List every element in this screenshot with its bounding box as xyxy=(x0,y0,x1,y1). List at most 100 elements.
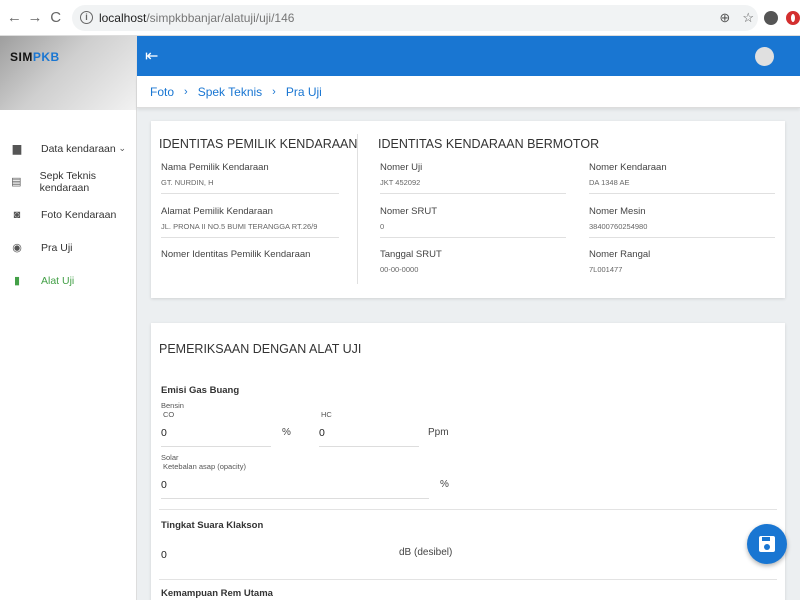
emisi-title: Emisi Gas Buang xyxy=(161,385,240,396)
nomer-srut-value: 0 xyxy=(380,222,385,231)
vehicle-section-title: IDENTITAS KENDARAAN BERMOTOR xyxy=(378,137,600,151)
nomer-rangka-field: Nomer Rangal 7L001477 xyxy=(589,249,775,274)
app-bar: ⇤ xyxy=(137,36,800,76)
nomer-mesin-field: Nomer Mesin 38400760254980 xyxy=(589,206,775,238)
owner-name-field: Nama Pemilik Kendaraan GT. NURDIN, H xyxy=(161,162,339,194)
owner-id-field: Nomer Identitas Pemilik Kendaraan xyxy=(161,249,339,260)
collapse-sidebar-icon[interactable]: ⇤ xyxy=(145,46,158,66)
url-host: localhost xyxy=(98,10,147,25)
sidebar-item-label: Foto Kendaraan xyxy=(41,208,117,221)
owner-section-title: IDENTITAS PEMILIK KENDARAAN xyxy=(159,137,358,151)
sidebar-item-pra-uji[interactable]: ◉ Pra Uji xyxy=(0,231,136,264)
sidebar-item-label: Pra Uji xyxy=(41,241,73,254)
chevron-down-icon: ⌄ xyxy=(118,143,126,153)
opacity-label: Ketebalan asap (opacity) xyxy=(163,462,246,471)
tanggal-srut-label: Tanggal SRUT xyxy=(380,249,442,260)
owner-name-label: Nama Pemilik Kendaraan xyxy=(161,162,269,173)
save-button[interactable] xyxy=(747,524,787,564)
nomer-kendaraan-field: Nomer Kendaraan DA 1348 AE xyxy=(589,162,775,194)
co-input[interactable]: 0 xyxy=(161,425,271,447)
tab-foto[interactable]: Foto xyxy=(150,85,174,99)
forward-arrow-icon[interactable]: → xyxy=(25,9,46,26)
sidebar-item-label: Sepk Teknis kendaraan xyxy=(39,169,97,194)
address-bar-actions: ⊕ ☆ xyxy=(719,10,758,26)
target-icon: ◉ xyxy=(12,242,22,254)
profile-icon[interactable] xyxy=(763,10,778,25)
sidebar-item-data-kendaraan[interactable]: ▆ Data kendaraan ⌄ xyxy=(0,132,136,165)
hc-input[interactable]: 0 xyxy=(319,425,419,447)
back-arrow-icon[interactable]: ← xyxy=(4,9,25,26)
tanggal-srut-value: 00-00-0000 xyxy=(380,265,419,274)
avatar[interactable] xyxy=(755,46,774,66)
bar-chart-icon: ▮ xyxy=(13,275,21,287)
owner-address-label: Alamat Pemilik Kendaraan xyxy=(161,206,273,217)
tanggal-srut-field: Tanggal SRUT 00-00-0000 xyxy=(380,249,566,274)
owner-address-value: JL. PRONA II NO.5 BUMI TERANGGA RT.26/9 xyxy=(161,222,318,231)
nomer-srut-label: Nomer SRUT xyxy=(380,206,438,217)
logo-pkb: PKB xyxy=(32,50,60,64)
star-icon[interactable]: ☆ xyxy=(742,10,754,26)
owner-id-label: Nomer Identitas Pemilik Kendaraan xyxy=(161,249,311,260)
exam-card: PEMERIKSAAN DENGAN ALAT UJI Emisi Gas Bu… xyxy=(151,323,785,600)
klakson-unit: dB (desibel) xyxy=(399,547,453,558)
info-icon[interactable]: i xyxy=(79,11,93,24)
camera-icon: ◙ xyxy=(13,208,21,221)
klakson-input[interactable]: 0 xyxy=(161,547,381,569)
owner-address-field: Alamat Pemilik Kendaraan JL. PRONA II NO… xyxy=(161,206,339,238)
tab-spek-teknis[interactable]: Spek Teknis xyxy=(198,85,262,99)
nomer-rangka-label: Nomer Rangal xyxy=(589,249,651,260)
zoom-icon[interactable]: ⊕ xyxy=(719,10,730,26)
url-text[interactable]: localhost/simpkbbanjar/alatuji/uji/146 xyxy=(99,11,294,25)
field-underline xyxy=(589,237,775,238)
sidebar-menu: ▆ Data kendaraan ⌄ ▤ Sepk Teknis kendara… xyxy=(0,132,136,297)
hc-label: HC xyxy=(321,410,332,419)
sidebar-header: SIMPKB xyxy=(0,36,136,110)
nomer-mesin-label: Nomer Mesin xyxy=(589,206,646,217)
owner-name-value: GT. NURDIN, H xyxy=(161,178,214,187)
extension-icon[interactable] xyxy=(785,10,800,25)
exam-title: PEMERIKSAAN DENGAN ALAT UJI xyxy=(159,342,362,356)
logo-sim: SIM xyxy=(10,50,33,64)
tab-pra-uji[interactable]: Pra Uji xyxy=(286,85,322,99)
opacity-input[interactable]: 0 xyxy=(161,477,429,499)
car-icon: ▆ xyxy=(12,143,22,155)
clipboard-icon: ▤ xyxy=(11,176,22,188)
address-bar[interactable]: i localhost/simpkbbanjar/alatuji/uji/146… xyxy=(71,4,758,31)
nomer-uji-label: Nomer Uji xyxy=(380,162,423,173)
section-divider xyxy=(159,579,777,580)
hc-unit: Ppm xyxy=(428,427,449,438)
field-underline xyxy=(161,237,339,238)
sidebar-item-spek-teknis[interactable]: ▤ Sepk Teknis kendaraan xyxy=(0,165,136,198)
reload-icon[interactable]: C xyxy=(45,9,66,26)
co-unit: % xyxy=(282,427,291,438)
field-underline xyxy=(380,237,566,238)
solar-label: Solar xyxy=(161,453,179,462)
sidebar-item-foto-kendaraan[interactable]: ◙ Foto Kendaraan xyxy=(0,198,136,231)
sidebar: SIMPKB ▆ Data kendaraan ⌄ ▤ Sepk Teknis … xyxy=(0,36,137,600)
chevron-right-icon: › xyxy=(184,85,188,98)
opacity-unit: % xyxy=(440,479,449,490)
chevron-right-icon: › xyxy=(272,85,276,98)
bensin-label: Bensin xyxy=(161,401,184,410)
nomer-rangka-value: 7L001477 xyxy=(589,265,623,274)
identity-card: IDENTITAS PEMILIK KENDARAAN IDENTITAS KE… xyxy=(151,121,785,298)
app-logo[interactable]: SIMPKB xyxy=(10,50,60,64)
browser-extensions xyxy=(763,10,800,25)
breadcrumb: Foto › Spek Teknis › Pra Uji xyxy=(137,76,800,108)
nomer-uji-value: JKT 452092 xyxy=(380,178,421,187)
browser-toolbar: ← → C i localhost/simpkbbanjar/alatuji/u… xyxy=(0,0,800,36)
nomer-uji-field: Nomer Uji JKT 452092 xyxy=(380,162,566,194)
rem-title: Kemampuan Rem Utama xyxy=(161,588,273,599)
sidebar-item-alat-uji[interactable]: ▮ Alat Uji xyxy=(0,264,136,297)
nomer-mesin-value: 38400760254980 xyxy=(589,222,648,231)
sidebar-item-label: Alat Uji xyxy=(41,274,75,287)
sidebar-item-label: Data kendaraan xyxy=(41,142,116,155)
nomer-kendaraan-value: DA 1348 AE xyxy=(589,178,630,187)
field-underline xyxy=(380,193,566,194)
nomer-srut-field: Nomer SRUT 0 xyxy=(380,206,566,238)
vertical-divider xyxy=(357,134,358,284)
field-underline xyxy=(589,193,775,194)
url-path: /simpkbbanjar/alatuji/uji/146 xyxy=(146,10,295,25)
nomer-kendaraan-label: Nomer Kendaraan xyxy=(589,162,667,173)
klakson-title: Tingkat Suara Klakson xyxy=(161,520,264,531)
